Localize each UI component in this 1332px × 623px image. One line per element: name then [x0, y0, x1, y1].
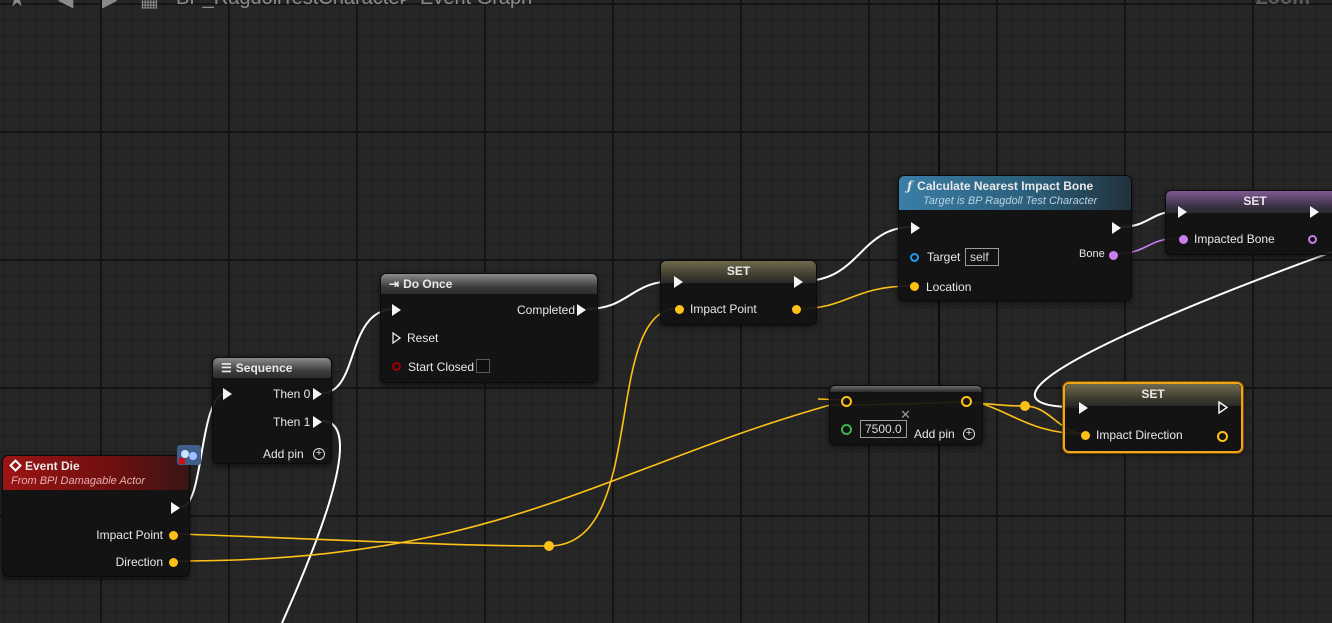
set-impacted-bone-exec-in[interactable] — [1178, 206, 1187, 218]
calc-bone-header: ƒ Calculate Nearest Impact Bone Target is… — [899, 176, 1131, 210]
event-die-title: Event Die — [25, 459, 80, 473]
event-die-header: Event Die From BPI Damagable Actor — [3, 456, 189, 490]
do-once-node[interactable]: ⇥ Do Once Completed Reset Start Closed — [380, 273, 598, 383]
set-impact-point-header: SET — [661, 261, 816, 283]
multiply-node-topbar — [830, 386, 982, 392]
set-impact-point-exec-out[interactable] — [794, 276, 803, 288]
set-impacted-bone-label: Impacted Bone — [1194, 232, 1275, 246]
set-impacted-bone-header: SET — [1166, 191, 1332, 213]
do-once-reset-label: Reset — [407, 331, 439, 345]
set-impact-direction-header: SET — [1065, 384, 1241, 406]
blueprint-graph-icon: ▦ — [140, 0, 159, 9]
event-graph-canvas[interactable]: ★ ◀ ▶ ▦ BP_RagdollTestCharacter > Event … — [0, 0, 1332, 623]
remove-pin-x-icon[interactable]: ✕ — [900, 407, 911, 423]
do-once-start-closed-checkbox[interactable] — [476, 359, 490, 373]
back-arrow-icon[interactable]: ◀ — [58, 0, 73, 9]
sequence-add-pin-label[interactable]: Add pin — [263, 447, 304, 461]
set-impact-point-label: Impact Point — [690, 302, 757, 316]
graph-origin-line — [938, 0, 940, 623]
event-die-direction-pin[interactable] — [169, 558, 178, 567]
calc-bone-bone-label: Bone — [1079, 248, 1105, 260]
calc-bone-target-pin[interactable] — [910, 253, 919, 262]
set-impacted-bone-in-pin[interactable] — [1179, 235, 1188, 244]
set-impacted-bone-node[interactable]: SET Impacted Bone — [1165, 190, 1332, 255]
multiply-add-pin-label[interactable]: Add pin — [914, 427, 955, 441]
reroute-node-impact — [544, 541, 554, 551]
set-impact-direction-exec-out[interactable] — [1218, 400, 1229, 415]
set-impact-point-out-pin[interactable] — [792, 305, 801, 314]
multiply-vector-node[interactable]: 7500.0 Add pin + ✕ — [829, 385, 983, 445]
do-once-start-closed-label: Start Closed — [408, 360, 475, 374]
do-once-icon: ⇥ — [389, 277, 400, 291]
sequence-then0-label: Then 0 — [273, 387, 311, 401]
function-icon: ƒ — [907, 179, 913, 193]
sequence-then1-pin[interactable] — [313, 416, 322, 428]
calc-bone-location-pin[interactable] — [910, 282, 919, 291]
set-impact-direction-out-pin[interactable] — [1217, 431, 1228, 442]
do-once-header: ⇥ Do Once — [381, 274, 597, 294]
event-die-subtitle: From BPI Damagable Actor — [11, 475, 146, 487]
calc-bone-location-label: Location — [926, 280, 972, 294]
calc-bone-target-label: Target — [927, 250, 961, 264]
set-impact-direction-label: Impact Direction — [1096, 428, 1183, 442]
event-die-direction-label: Direction — [115, 555, 163, 569]
do-once-completed-pin[interactable] — [577, 304, 586, 316]
sequence-node[interactable]: ☰ Sequence Then 0 Then 1 Add pin + — [212, 357, 332, 464]
event-die-exec-out[interactable] — [171, 502, 180, 514]
wire-impactpoint-to-reroute — [177, 533, 550, 547]
sequence-then0-pin[interactable] — [313, 388, 322, 400]
set-impact-point-in-pin[interactable] — [675, 305, 684, 314]
calc-bone-subtitle: Target is BP Ragdoll Test Character — [923, 195, 1098, 207]
sequence-header: ☰ Sequence — [213, 358, 331, 378]
set-impacted-bone-exec-out[interactable] — [1310, 206, 1319, 218]
zoom-level: Zoom — [1256, 0, 1310, 9]
set-impact-point-node[interactable]: SET Impact Point — [660, 260, 817, 325]
sequence-title: Sequence — [235, 361, 293, 375]
do-once-start-closed-pin[interactable] — [392, 362, 401, 371]
breadcrumb-separator: > — [400, 0, 412, 9]
breadcrumb-blueprint[interactable]: BP_RagdollTestCharacter — [176, 0, 406, 9]
event-icon — [9, 459, 22, 472]
multiply-add-pin-plus-icon[interactable]: + — [963, 428, 975, 440]
set-impacted-bone-title: SET — [1243, 194, 1267, 208]
do-once-reset-pin[interactable] — [392, 331, 402, 345]
set-impacted-bone-out-pin[interactable] — [1308, 235, 1317, 244]
calc-bone-exec-in[interactable] — [911, 222, 920, 234]
multiply-input-a-pin[interactable] — [841, 396, 852, 407]
calc-bone-target-field[interactable]: self — [965, 248, 999, 266]
do-once-completed-label: Completed — [517, 303, 576, 317]
add-pin-plus-icon[interactable]: + — [313, 448, 325, 460]
set-impact-point-title: SET — [726, 264, 751, 278]
do-once-title: Do Once — [403, 277, 453, 291]
calculate-nearest-impact-bone-node[interactable]: ƒ Calculate Nearest Impact Bone Target is… — [898, 175, 1132, 301]
set-impact-direction-title: SET — [1141, 387, 1165, 401]
set-impact-direction-in-pin[interactable] — [1081, 431, 1090, 440]
event-die-node[interactable]: Event Die From BPI Damagable Actor Impac… — [2, 455, 190, 577]
event-die-impact-point-pin[interactable] — [169, 531, 178, 540]
event-die-impact-point-label: Impact Point — [96, 528, 163, 542]
set-impact-direction-exec-in[interactable] — [1079, 402, 1088, 414]
network-replication-icon — [176, 444, 202, 466]
multiply-output-pin[interactable] — [961, 396, 972, 407]
set-impact-direction-node[interactable]: SET Impact Direction — [1063, 382, 1243, 453]
set-impact-point-exec-in[interactable] — [674, 276, 683, 288]
do-once-exec-in[interactable] — [392, 304, 401, 316]
graph-breadcrumb-bar: ★ ◀ ▶ ▦ BP_RagdollTestCharacter > Event … — [0, 0, 1332, 9]
wire-set-to-calc — [802, 226, 913, 282]
breadcrumb-event-graph[interactable]: Event Graph — [420, 0, 532, 9]
sequence-then1-label: Then 1 — [273, 415, 311, 429]
bookmark-star-icon[interactable]: ★ — [8, 0, 26, 9]
calc-bone-exec-out[interactable] — [1112, 222, 1121, 234]
multiply-input-b-pin[interactable] — [841, 424, 852, 435]
sequence-exec-in[interactable] — [223, 388, 232, 400]
calc-bone-bone-pin[interactable] — [1109, 251, 1118, 260]
forward-arrow-icon[interactable]: ▶ — [102, 0, 117, 9]
calc-bone-title: Calculate Nearest Impact Bone — [917, 179, 1094, 193]
reroute-node-direction — [1020, 401, 1030, 411]
sequence-icon: ☰ — [221, 361, 232, 375]
